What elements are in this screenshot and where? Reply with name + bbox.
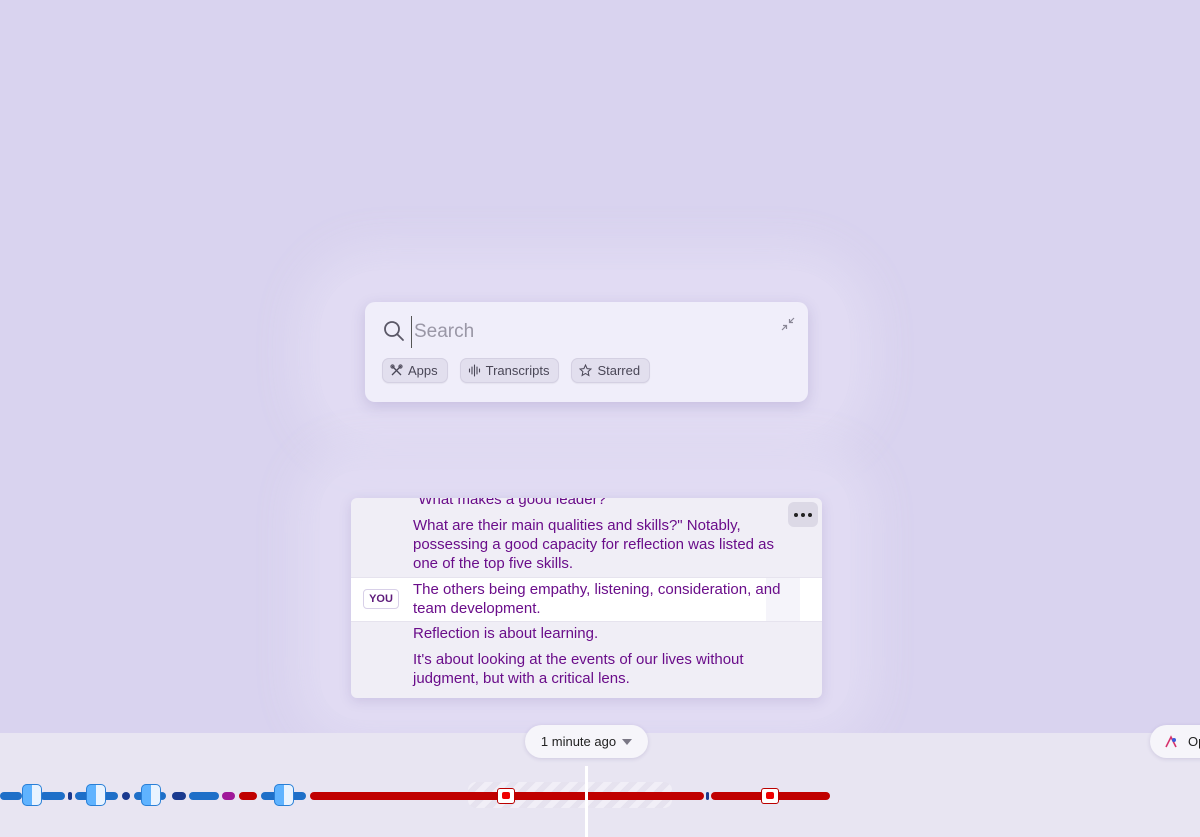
finder-icon: [86, 784, 106, 806]
chevron-down-icon: [622, 738, 633, 745]
timeline-segment-finder[interactable]: [68, 792, 72, 800]
speaker-badge: YOU: [363, 589, 399, 609]
dot-icon: [794, 512, 798, 517]
transcript-line: Reflection is about learning.: [413, 625, 599, 642]
apps-icon: [390, 364, 403, 376]
finder-icon: [22, 784, 42, 806]
app-icon: [1165, 735, 1177, 748]
more-options-button[interactable]: [788, 502, 818, 527]
open-button[interactable]: Op: [1150, 725, 1200, 758]
youtube-icon: [761, 788, 779, 804]
time-label: 1 minute ago: [540, 734, 617, 749]
transcripts-chip[interactable]: Transcripts: [459, 358, 560, 383]
apps-chip[interactable]: Apps: [382, 358, 448, 383]
starred-chip-label: Starred: [597, 363, 641, 378]
timeline-segment-finder[interactable]: [706, 792, 709, 800]
transcript-panel[interactable]: "What makes a good leader? What are thei…: [351, 498, 822, 698]
filter-chips: Apps Transcripts Starred: [382, 358, 651, 383]
finder-icon: [274, 784, 294, 806]
timeline-segment-magenta[interactable]: [222, 792, 235, 800]
timeline-segment-finder[interactable]: [189, 792, 219, 800]
transcript-line: It's about looking at the events of our …: [413, 651, 744, 687]
timeline-segment-finder[interactable]: [122, 792, 130, 800]
starred-chip[interactable]: Starred: [571, 358, 651, 383]
search-icon: [384, 321, 404, 341]
open-button-label: Op: [1188, 734, 1200, 749]
timeline-segment-finder[interactable]: [40, 792, 65, 800]
collapse-icon[interactable]: [780, 316, 796, 332]
transcript-line: What are their main qualities and skills…: [413, 517, 775, 572]
search-panel: Apps Transcripts Starred: [365, 302, 808, 402]
apps-chip-label: Apps: [408, 363, 438, 378]
transcripts-chip-label: Transcripts: [485, 363, 550, 378]
playhead[interactable]: [585, 766, 588, 837]
star-icon: [579, 364, 593, 377]
timeline-segment-finder[interactable]: [0, 792, 22, 800]
timeline-segment-finder[interactable]: [172, 792, 186, 800]
dot-icon: [801, 512, 805, 517]
time-selector[interactable]: 1 minute ago: [525, 725, 648, 758]
transcript-line: The others being empathy, listening, con…: [413, 581, 781, 617]
timeline-segment-youtube[interactable]: [239, 792, 257, 800]
current-speaker-row: YOU The others being empathy, listening,…: [351, 577, 822, 622]
youtube-icon: [497, 788, 515, 804]
waveform-icon: [468, 364, 480, 377]
finder-icon: [141, 784, 161, 806]
transcript-line: "What makes a good leader?: [413, 498, 606, 508]
dot-icon: [808, 512, 812, 517]
search-input[interactable]: [411, 316, 716, 348]
